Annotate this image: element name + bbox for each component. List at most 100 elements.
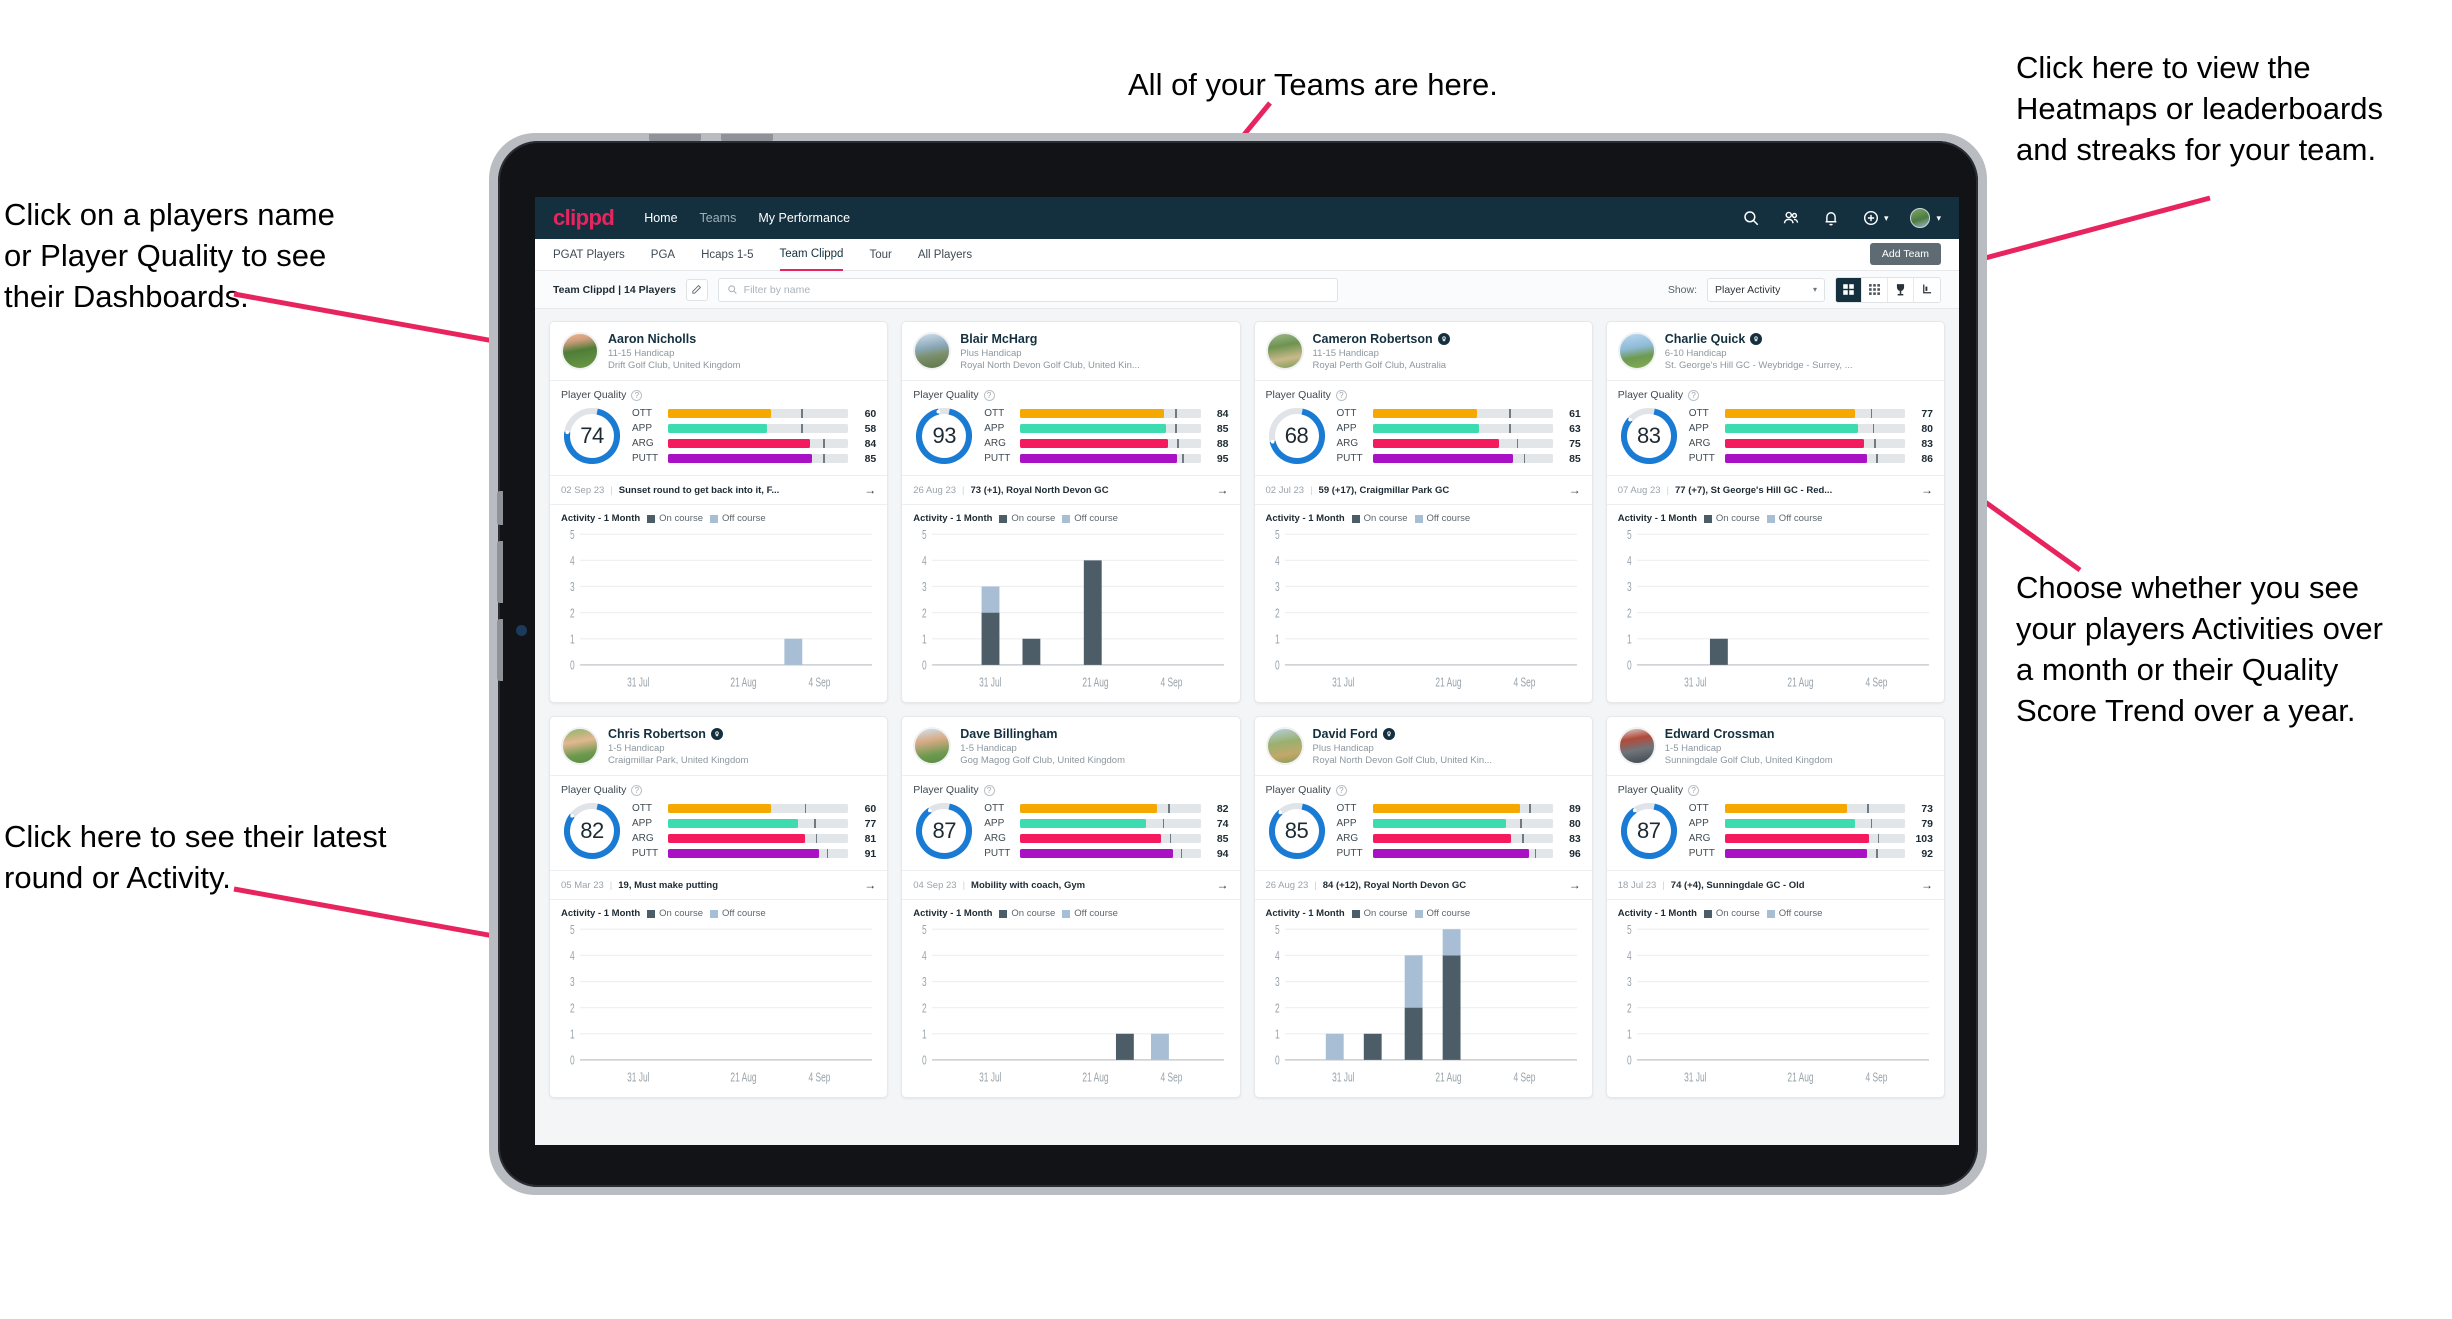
show-select[interactable]: Player Activity ▾ (1707, 277, 1825, 302)
player-card[interactable]: Blair McHarg Plus Handicap Royal North Dev… (901, 321, 1241, 703)
tab-all-players[interactable]: All Players (918, 239, 972, 271)
player-avatar[interactable] (1265, 332, 1304, 370)
player-quality-body[interactable]: 74 OTT 60 APP 58 ARG 84 PUTT 85 (550, 403, 887, 475)
player-avatar[interactable] (1617, 332, 1656, 370)
latest-round-row[interactable]: 26 Aug 23 | 73 (+1), Royal North Devon GC → (902, 475, 1240, 505)
arrow-right-icon[interactable]: → (864, 878, 876, 892)
help-icon[interactable]: ? (1335, 389, 1347, 401)
grid-small-view-button[interactable] (1862, 277, 1888, 302)
player-name[interactable]: Charlie Quick (1665, 332, 1853, 346)
tab-hcaps-1-5[interactable]: Hcaps 1-5 (701, 239, 753, 271)
player-quality-body[interactable]: 93 OTT 84 APP 85 ARG 88 PUTT 95 (902, 403, 1239, 475)
latest-round-row[interactable]: 02 Sep 23 | Sunset round to get back into … (550, 475, 888, 505)
latest-round-row[interactable]: 26 Aug 23 | 84 (+12), Royal North Devon GC… (1254, 870, 1592, 900)
player-quality-ring[interactable]: 82 (561, 800, 623, 862)
player-quality-body[interactable]: 68 OTT 61 APP 63 ARG 75 PUTT 85 (1255, 403, 1592, 475)
player-avatar[interactable] (913, 332, 952, 370)
player-card[interactable]: Charlie Quick 6-10 Handicap St. George's H… (1605, 321, 1945, 703)
player-name[interactable]: Blair McHarg (960, 332, 1140, 346)
player-quality-body[interactable]: 82 OTT 60 APP 77 ARG 81 PUTT 91 (550, 798, 887, 870)
people-icon[interactable] (1782, 209, 1800, 227)
avatar[interactable] (1910, 208, 1931, 228)
player-name[interactable]: Dave Billingham (960, 727, 1125, 741)
player-quality-ring[interactable]: 85 (1266, 800, 1328, 862)
player-quality-ring[interactable]: 68 (1266, 405, 1328, 467)
player-card[interactable]: Cameron Robertson 11-15 Handicap Royal Per… (1253, 321, 1593, 703)
player-card-header[interactable]: David Ford Plus Handicap Royal North Devon… (1255, 717, 1592, 775)
arrow-right-icon[interactable]: → (1921, 483, 1933, 497)
latest-round-row[interactable]: 05 Mar 23 | 19, Must make putting → (550, 870, 888, 900)
player-quality-ring[interactable]: 87 (1618, 800, 1680, 862)
metric-label: OTT (984, 408, 1005, 419)
tab-team-clippd[interactable]: Team Clippd (779, 239, 844, 271)
nav-teams[interactable]: Teams (700, 211, 737, 225)
tab-tour[interactable]: Tour (869, 239, 891, 271)
search-input[interactable] (743, 283, 1329, 296)
heatmap-view-button[interactable] (1914, 277, 1940, 302)
arrow-right-icon[interactable]: → (1217, 483, 1229, 497)
player-quality-body[interactable]: 85 OTT 89 APP 80 ARG 83 PUTT 96 (1255, 798, 1592, 870)
player-avatar[interactable] (1617, 727, 1656, 765)
player-quality-body[interactable]: 83 OTT 77 APP 80 ARG 83 PUTT 86 (1607, 403, 1944, 475)
player-card[interactable]: Dave Billingham 1-5 Handicap Gog Magog Gol… (901, 716, 1241, 1098)
player-name[interactable]: David Ford (1313, 727, 1493, 741)
player-card-header[interactable]: Dave Billingham 1-5 Handicap Gog Magog Gol… (902, 717, 1239, 775)
nav-home[interactable]: Home (644, 211, 677, 225)
search-field[interactable] (717, 277, 1338, 302)
player-avatar[interactable] (561, 727, 599, 765)
chevron-down-icon-profile[interactable]: ▾ (1936, 213, 1941, 224)
help-icon[interactable]: ? (631, 389, 643, 401)
player-quality-body[interactable]: 87 OTT 82 APP 74 ARG 85 PUTT 94 (902, 798, 1239, 870)
grid-large-view-button[interactable] (1836, 277, 1862, 302)
latest-round-row[interactable]: 04 Sep 23 | Mobility with coach, Gym → (902, 870, 1240, 900)
player-avatar[interactable] (913, 727, 952, 765)
help-icon[interactable]: ? (983, 784, 995, 796)
help-icon[interactable]: ? (1688, 389, 1700, 401)
player-card[interactable]: David Ford Plus Handicap Royal North Devon… (1253, 716, 1593, 1098)
player-name[interactable]: Cameron Robertson (1313, 332, 1450, 346)
arrow-right-icon[interactable]: → (1921, 878, 1933, 892)
player-card[interactable]: Edward Crossman 1-5 Handicap Sunningdale G… (1605, 716, 1945, 1098)
bell-icon[interactable] (1822, 209, 1840, 227)
player-card-header[interactable]: Chris Robertson 1-5 Handicap Craigmillar P… (550, 717, 887, 775)
latest-round-row[interactable]: 18 Jul 23 | 74 (+4), Sunningdale GC - Old → (1606, 870, 1944, 900)
tab-pga[interactable]: PGA (651, 239, 675, 271)
player-card[interactable]: Chris Robertson 1-5 Handicap Craigmillar P… (549, 716, 889, 1098)
player-name[interactable]: Aaron Nicholls (608, 332, 741, 346)
arrow-right-icon[interactable]: → (1217, 878, 1229, 892)
player-quality-ring[interactable]: 93 (913, 405, 975, 467)
clippd-logo[interactable]: clippd (553, 205, 615, 231)
player-name[interactable]: Chris Robertson (608, 727, 748, 741)
player-avatar[interactable] (561, 332, 599, 370)
plus-circle-icon[interactable] (1862, 209, 1880, 227)
player-quality-ring[interactable]: 87 (913, 800, 975, 862)
arrow-right-icon[interactable]: → (864, 483, 876, 497)
chevron-down-icon-add[interactable]: ▾ (1884, 213, 1889, 224)
tab-pgat-players[interactable]: PGAT Players (553, 239, 625, 271)
help-icon[interactable]: ? (983, 389, 995, 401)
help-icon[interactable]: ? (631, 784, 643, 796)
player-card-header[interactable]: Charlie Quick 6-10 Handicap St. George's H… (1607, 322, 1944, 380)
search-icon[interactable] (1742, 209, 1760, 227)
player-quality-body[interactable]: 87 OTT 73 APP 79 ARG 103 PUTT 92 (1607, 798, 1944, 870)
player-name[interactable]: Edward Crossman (1665, 727, 1833, 741)
add-team-button[interactable]: Add Team (1869, 243, 1941, 265)
player-quality-ring[interactable]: 74 (561, 405, 623, 467)
latest-round-row[interactable]: 02 Jul 23 | 59 (+17), Craigmillar Park GC → (1254, 475, 1592, 505)
player-card-header[interactable]: Cameron Robertson 11-15 Handicap Royal Per… (1255, 322, 1592, 380)
nav-my-performance[interactable]: My Performance (758, 211, 850, 225)
arrow-right-icon[interactable]: → (1569, 878, 1581, 892)
verified-badge-icon (1750, 333, 1763, 345)
help-icon[interactable]: ? (1688, 784, 1700, 796)
player-card-header[interactable]: Blair McHarg Plus Handicap Royal North Dev… (902, 322, 1239, 380)
latest-round-row[interactable]: 07 Aug 23 | 77 (+7), St George's Hill GC -… (1606, 475, 1944, 505)
player-card[interactable]: Aaron Nicholls 11-15 Handicap Drift Golf C… (549, 321, 889, 703)
edit-team-button[interactable] (685, 278, 708, 301)
arrow-right-icon[interactable]: → (1569, 483, 1581, 497)
player-avatar[interactable] (1265, 727, 1304, 765)
player-card-header[interactable]: Aaron Nicholls 11-15 Handicap Drift Golf C… (550, 322, 887, 380)
player-quality-ring[interactable]: 83 (1618, 405, 1680, 467)
trophy-leaderboard-button[interactable] (1888, 277, 1914, 302)
player-card-header[interactable]: Edward Crossman 1-5 Handicap Sunningdale G… (1607, 717, 1944, 775)
help-icon[interactable]: ? (1335, 784, 1347, 796)
